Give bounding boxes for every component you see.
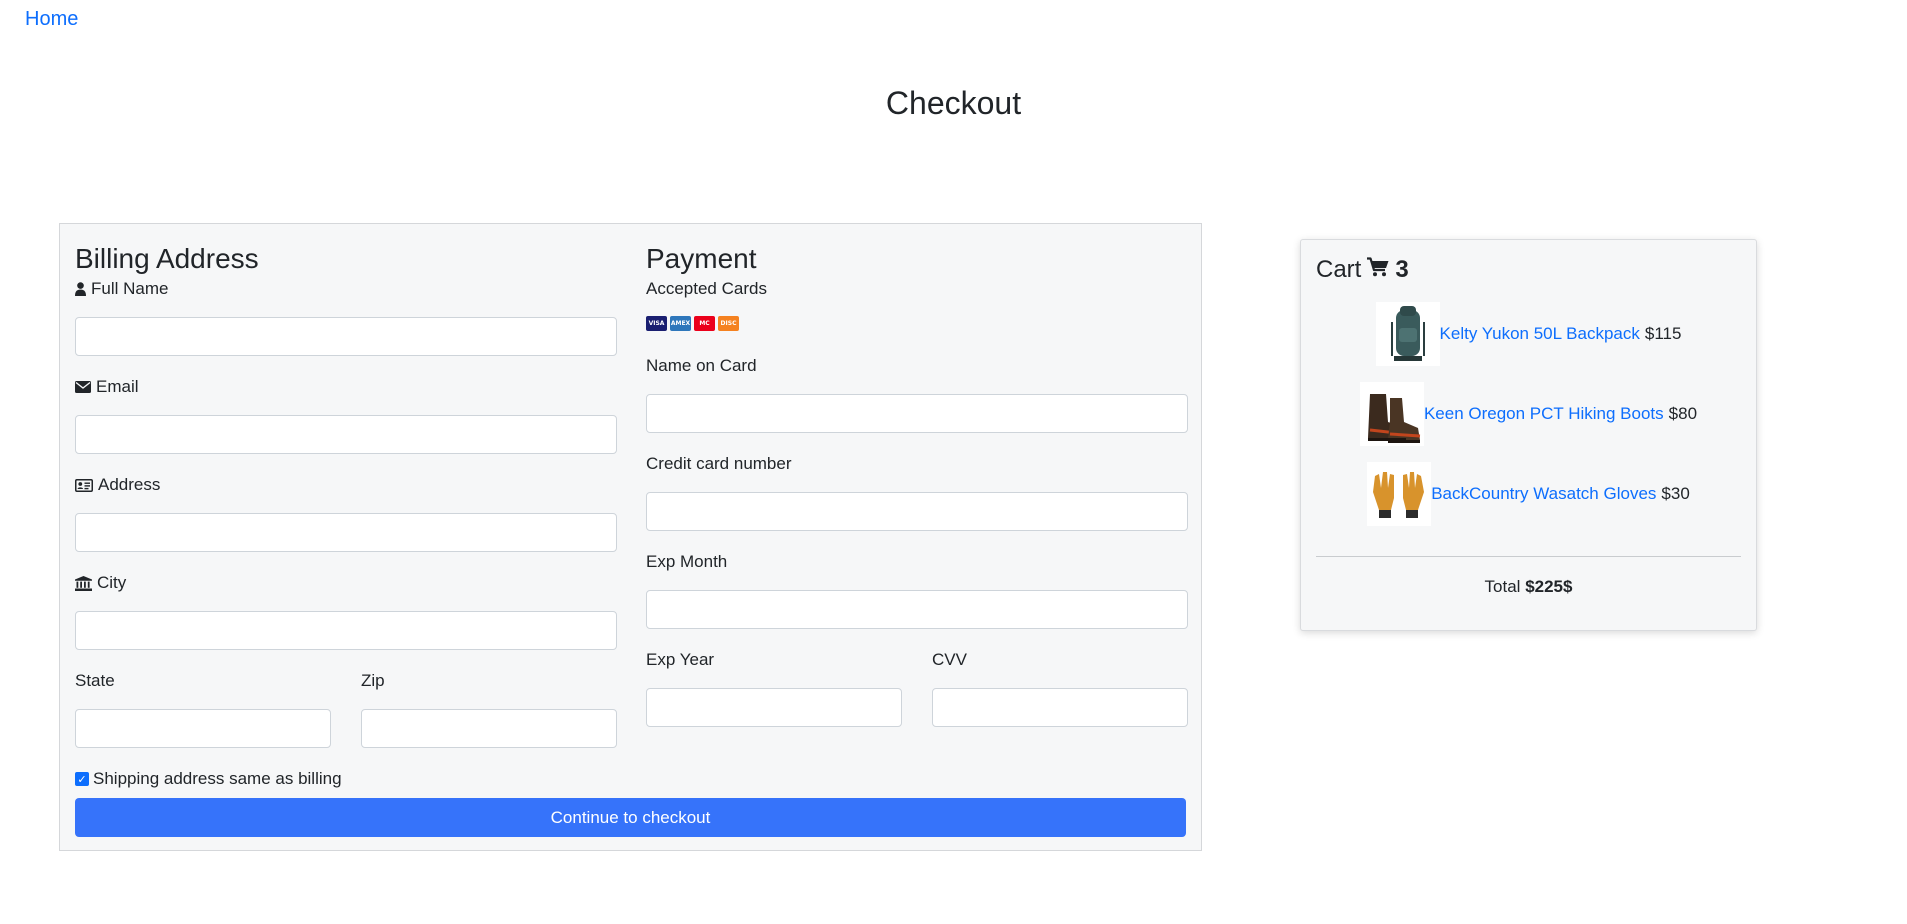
card-number-input[interactable] [646, 492, 1188, 531]
billing-section: Billing Address Full Name Email Address [75, 240, 617, 790]
city-label: City [75, 572, 617, 594]
same-shipping-row: ✓ Shipping address same as billing [75, 768, 617, 790]
continue-to-checkout-button[interactable]: Continue to checkout [75, 798, 1186, 837]
zip-label: Zip [361, 671, 385, 690]
cart-item-link[interactable]: BackCountry Wasatch Gloves [1431, 484, 1656, 504]
cart-item: Keen Oregon PCT Hiking Boots $80 [1301, 382, 1756, 446]
cart-total-label: Total [1484, 577, 1521, 596]
full-name-label: Full Name [75, 278, 617, 300]
address-label: Address [75, 474, 617, 496]
cart-divider [1316, 556, 1741, 557]
backpack-image [1375, 302, 1440, 366]
city-input[interactable] [75, 611, 617, 650]
exp-month-label: Exp Month [646, 552, 728, 571]
shopping-cart-icon [1367, 256, 1389, 284]
payment-title: Payment [646, 243, 757, 274]
discover-icon: DISC [718, 316, 739, 331]
exp-year-label: Exp Year [646, 650, 715, 669]
cvv-label: CVV [932, 650, 967, 669]
boots-image [1359, 382, 1424, 446]
zip-group: Zip [361, 670, 617, 748]
checkout-form: Billing Address Full Name Email Address [59, 223, 1202, 851]
cart-item-link[interactable]: Keen Oregon PCT Hiking Boots [1424, 404, 1664, 424]
cart-item-price: $115 [1644, 324, 1682, 343]
cvv-input[interactable] [932, 688, 1188, 727]
cart-item: BackCountry Wasatch Gloves $30 [1301, 462, 1756, 526]
payment-section: Payment Accepted Cards VISA AMEX MC DISC… [646, 240, 1188, 727]
address-card-icon [75, 478, 93, 492]
cart-title: Cart 3 [1316, 256, 1409, 284]
full-name-input[interactable] [75, 317, 617, 356]
amex-icon: AMEX [670, 316, 691, 331]
exp-year-input[interactable] [646, 688, 902, 727]
cart-total-value: $225$ [1525, 577, 1573, 596]
same-shipping-checkbox[interactable]: ✓ [75, 772, 89, 786]
page-title: Checkout [885, 85, 1022, 121]
name-on-card-label: Name on Card [646, 356, 757, 375]
institution-icon [75, 575, 92, 591]
city-label-text: City [97, 573, 127, 592]
envelope-icon [75, 381, 91, 393]
user-icon [75, 282, 86, 296]
email-input[interactable] [75, 415, 617, 454]
billing-title: Billing Address [75, 243, 259, 274]
cart-title-text: Cart [1316, 256, 1362, 283]
home-link[interactable]: Home [25, 8, 78, 31]
gloves-image [1367, 462, 1432, 526]
accepted-cards: VISA AMEX MC DISC [646, 316, 1188, 331]
cart-item-link[interactable]: Kelty Yukon 50L Backpack [1440, 324, 1640, 344]
state-label: State [75, 671, 115, 690]
cart-panel: Cart 3 Kelty Yukon 50L Backpack $115 Kee… [1300, 239, 1757, 631]
zip-input[interactable] [361, 709, 617, 748]
accepted-cards-label: Accepted Cards [646, 279, 767, 298]
state-group: State [75, 670, 331, 748]
cart-item-price: $30 [1661, 484, 1690, 503]
card-number-label: Credit card number [646, 454, 792, 473]
name-on-card-input[interactable] [646, 394, 1188, 433]
address-label-text: Address [98, 475, 161, 494]
visa-icon: VISA [646, 316, 667, 331]
cart-count: 3 [1395, 256, 1409, 283]
exp-year-group: Exp Year [646, 649, 902, 727]
exp-month-input[interactable] [646, 590, 1188, 629]
mastercard-icon: MC [694, 316, 715, 331]
same-shipping-label: Shipping address same as billing [93, 769, 342, 788]
cart-total: Total $225$ [1301, 577, 1756, 597]
state-input[interactable] [75, 709, 331, 748]
cart-item: Kelty Yukon 50L Backpack $115 [1301, 302, 1756, 366]
cart-item-price: $80 [1668, 404, 1698, 423]
email-label-text: Email [96, 377, 139, 396]
email-label: Email [75, 376, 617, 398]
full-name-label-text: Full Name [91, 279, 169, 298]
cvv-group: CVV [932, 649, 1188, 727]
address-input[interactable] [75, 513, 617, 552]
